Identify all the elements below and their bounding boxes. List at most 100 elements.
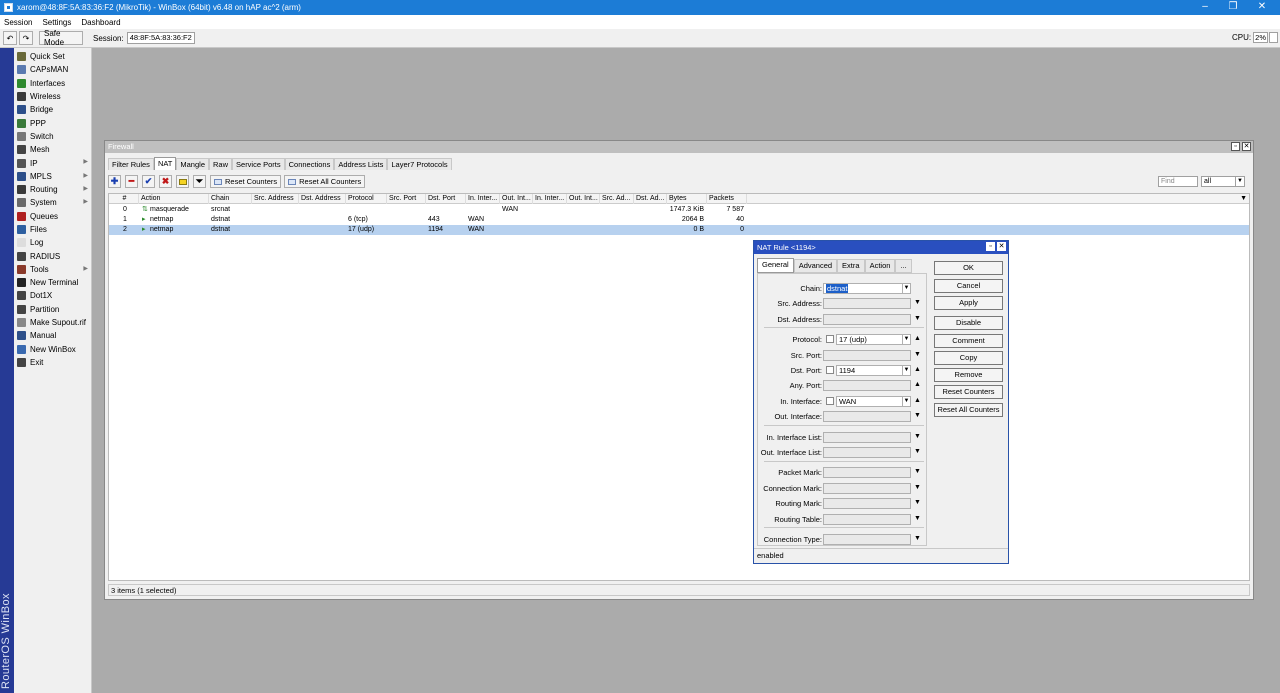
table-row[interactable]: 1 netmap dstnat 6 (tcp) 443 WAN 2064 B 40 ▸ bbox=[109, 215, 1249, 225]
sidebar-item-capsman[interactable]: CAPsMAN bbox=[15, 63, 91, 76]
apply-button[interactable]: Apply bbox=[934, 296, 1003, 311]
sidebar-item-make-supout-rif[interactable]: Make Supout.rif bbox=[15, 316, 91, 329]
tab-mangle[interactable]: Mangle bbox=[176, 158, 209, 170]
expand-down-icon[interactable]: ▼ bbox=[914, 468, 921, 475]
dst-port-negate-checkbox[interactable] bbox=[826, 366, 834, 374]
sidebar-item-mpls[interactable]: MPLS ▶ bbox=[15, 170, 91, 183]
table-row[interactable]: 0 masquerade srcnat WAN 1747.3 KiB 7 587 ⇅ bbox=[109, 205, 1249, 215]
expand-up-icon[interactable]: ▲ bbox=[914, 397, 921, 404]
tab-address-lists[interactable]: Address Lists bbox=[334, 158, 388, 170]
cancel-button[interactable]: Cancel bbox=[934, 279, 1003, 293]
expand-up-icon[interactable]: ▲ bbox=[914, 335, 921, 342]
filter-select[interactable]: all ▼ bbox=[1201, 176, 1245, 187]
sidebar-item-ip[interactable]: IP ▶ bbox=[15, 156, 91, 169]
in-interface-field[interactable]: WAN ▼ bbox=[836, 396, 911, 407]
dst-port-field[interactable]: 1194 ▼ bbox=[836, 365, 911, 376]
sidebar-item-partition[interactable]: Partition bbox=[15, 303, 91, 316]
tab-raw[interactable]: Raw bbox=[209, 158, 233, 170]
add-icon[interactable]: ✚ bbox=[108, 175, 121, 188]
column-header[interactable]: Chain bbox=[209, 194, 252, 204]
sidebar-item-ppp[interactable]: PPP bbox=[15, 116, 91, 129]
sidebar-item-mesh[interactable]: Mesh bbox=[15, 143, 91, 156]
sidebar-item-wireless[interactable]: Wireless bbox=[15, 90, 91, 103]
firewall-restore-button[interactable]: ▫ bbox=[1231, 142, 1240, 151]
filter-icon[interactable]: ⏷ bbox=[193, 175, 206, 188]
column-header[interactable]: Dst. Ad... bbox=[634, 194, 667, 204]
chevron-down-icon[interactable]: ▼ bbox=[902, 397, 910, 406]
column-header[interactable]: Protocol bbox=[346, 194, 387, 204]
tab-filter-rules[interactable]: Filter Rules bbox=[108, 158, 154, 170]
sidebar-item-dot1x[interactable]: Dot1X bbox=[15, 289, 91, 302]
expand-down-icon[interactable]: ▼ bbox=[914, 448, 921, 455]
dst-address-field[interactable] bbox=[823, 314, 911, 325]
packet-mark-field[interactable] bbox=[823, 467, 911, 478]
connection-type-field[interactable] bbox=[823, 534, 911, 545]
maximize-button[interactable]: ❐ bbox=[1218, 0, 1248, 15]
copy-button[interactable]: Copy bbox=[934, 350, 1003, 365]
column-header[interactable]: Src. Address bbox=[252, 194, 299, 204]
sidebar-item-radius[interactable]: RADIUS bbox=[15, 249, 91, 262]
expand-down-icon[interactable]: ▼ bbox=[914, 484, 921, 491]
tab-connections[interactable]: Connections bbox=[284, 158, 335, 170]
column-header[interactable]: Src. Ad... bbox=[600, 194, 634, 204]
sidebar-item-exit[interactable]: Exit bbox=[15, 356, 91, 369]
nat-tab-general[interactable]: General bbox=[757, 258, 794, 273]
expand-down-icon[interactable]: ▼ bbox=[914, 433, 921, 440]
nat-reset-counters-button[interactable]: Reset Counters bbox=[934, 385, 1003, 400]
nat-tab-advanced[interactable]: Advanced bbox=[793, 259, 838, 273]
expand-down-icon[interactable]: ▼ bbox=[914, 315, 921, 322]
column-header[interactable]: Out. Int... bbox=[500, 194, 533, 204]
column-menu-icon[interactable]: ▼ bbox=[1240, 195, 1247, 202]
find-input[interactable]: Find bbox=[1158, 176, 1198, 187]
protocol-negate-checkbox[interactable] bbox=[826, 335, 834, 343]
sidebar-item-tools[interactable]: Tools ▶ bbox=[15, 263, 91, 276]
comment-button[interactable]: Comment bbox=[934, 333, 1003, 348]
comment-icon[interactable] bbox=[176, 175, 189, 188]
routing-table-field[interactable] bbox=[823, 514, 911, 525]
remove-button[interactable]: Remove bbox=[934, 368, 1003, 383]
tab-layer7-protocols[interactable]: Layer7 Protocols bbox=[387, 158, 452, 170]
column-header[interactable]: Src. Port bbox=[387, 194, 426, 204]
in-interface-negate-checkbox[interactable] bbox=[826, 397, 834, 405]
undo-button[interactable]: ↶ bbox=[3, 31, 17, 45]
src-port-field[interactable] bbox=[823, 350, 911, 361]
expand-down-icon[interactable]: ▼ bbox=[914, 499, 921, 506]
remove-icon[interactable]: ━ bbox=[125, 175, 138, 188]
sidebar-item-files[interactable]: Files bbox=[15, 223, 91, 236]
sidebar-item-log[interactable]: Log bbox=[15, 236, 91, 249]
sidebar-item-switch[interactable]: Switch bbox=[15, 130, 91, 143]
sidebar-item-new-terminal[interactable]: New Terminal bbox=[15, 276, 91, 289]
minimize-button[interactable]: – bbox=[1190, 0, 1220, 15]
chevron-down-icon[interactable]: ▼ bbox=[902, 335, 910, 344]
nat-tab-more[interactable]: ... bbox=[895, 259, 912, 273]
sidebar-item-new-winbox[interactable]: New WinBox bbox=[15, 343, 91, 356]
sidebar-item-system[interactable]: System ▶ bbox=[15, 196, 91, 209]
column-header[interactable]: Packets bbox=[707, 194, 747, 204]
reset-all-counters-button[interactable]: Reset All Counters bbox=[284, 175, 366, 188]
nat-restore-button[interactable]: ▫ bbox=[986, 242, 995, 251]
protocol-field[interactable]: 17 (udp) ▼ bbox=[836, 334, 911, 345]
column-header[interactable]: Dst. Port bbox=[426, 194, 466, 204]
expand-down-icon[interactable]: ▼ bbox=[914, 412, 921, 419]
chevron-down-icon[interactable]: ▼ bbox=[902, 284, 910, 293]
disable-icon[interactable]: ✖ bbox=[159, 175, 172, 188]
sidebar-item-quick-set[interactable]: Quick Set bbox=[15, 50, 91, 63]
safe-mode-button[interactable]: Safe Mode bbox=[39, 29, 83, 47]
menu-settings[interactable]: Settings bbox=[42, 18, 71, 27]
out-interface-field[interactable] bbox=[823, 411, 911, 422]
nat-tab-action[interactable]: Action bbox=[864, 259, 896, 273]
tab-service-ports[interactable]: Service Ports bbox=[232, 158, 285, 170]
disable-button[interactable]: Disable bbox=[934, 316, 1003, 331]
column-header[interactable]: In. Inter... bbox=[466, 194, 500, 204]
enable-icon[interactable]: ✔ bbox=[142, 175, 155, 188]
src-address-field[interactable] bbox=[823, 298, 911, 309]
firewall-close-button[interactable]: ✕ bbox=[1242, 142, 1251, 151]
expand-down-icon[interactable]: ▼ bbox=[914, 515, 921, 522]
out-interface-list-field[interactable] bbox=[823, 447, 911, 458]
expand-down-icon[interactable]: ▼ bbox=[914, 535, 921, 542]
column-header[interactable]: Bytes bbox=[667, 194, 707, 204]
sidebar-item-bridge[interactable]: Bridge bbox=[15, 103, 91, 116]
redo-button[interactable]: ↷ bbox=[19, 31, 33, 45]
column-header[interactable]: Action bbox=[139, 194, 209, 204]
nat-close-button[interactable]: ✕ bbox=[997, 242, 1006, 251]
